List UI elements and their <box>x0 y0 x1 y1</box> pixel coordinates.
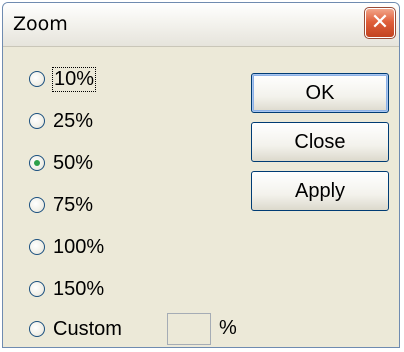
radio-option-custom[interactable]: Custom <box>29 315 123 343</box>
radio-button-icon[interactable] <box>29 239 45 255</box>
radio-option-100[interactable]: 100% <box>29 233 105 261</box>
close-button[interactable]: Close <box>251 122 389 162</box>
radio-label-10: 10% <box>52 66 97 92</box>
zoom-dialog: Zoom ✕ 10% 25% 50% 75% 100% 150% Custom … <box>2 2 400 348</box>
dialog-body: 10% 25% 50% 75% 100% 150% Custom % OK Cl… <box>3 47 399 347</box>
title-bar[interactable]: Zoom ✕ <box>3 3 399 47</box>
custom-zoom-input[interactable] <box>167 313 211 345</box>
radio-option-150[interactable]: 150% <box>29 275 105 303</box>
radio-button-icon[interactable] <box>29 71 45 87</box>
radio-button-icon[interactable] <box>29 321 45 337</box>
radio-option-25[interactable]: 25% <box>29 107 94 135</box>
apply-button[interactable]: Apply <box>251 171 389 211</box>
radio-label-150: 150% <box>53 277 105 300</box>
radio-label-custom: Custom <box>53 317 122 340</box>
radio-button-icon[interactable] <box>29 281 45 297</box>
radio-label-100: 100% <box>53 235 105 258</box>
radio-button-icon[interactable] <box>29 197 45 213</box>
radio-button-icon[interactable] <box>29 113 45 129</box>
radio-label-50: 50% <box>53 151 94 174</box>
radio-option-10[interactable]: 10% <box>29 65 97 93</box>
radio-label-25: 25% <box>53 109 94 132</box>
radio-option-50[interactable]: 50% <box>29 149 94 177</box>
radio-option-75[interactable]: 75% <box>29 191 94 219</box>
ok-button[interactable]: OK <box>251 73 389 113</box>
percent-label: % <box>219 317 237 339</box>
radio-label-75: 75% <box>53 193 94 216</box>
dialog-title: Zoom <box>13 13 68 35</box>
close-icon[interactable]: ✕ <box>364 7 396 39</box>
radio-button-selected-icon[interactable] <box>29 155 45 171</box>
